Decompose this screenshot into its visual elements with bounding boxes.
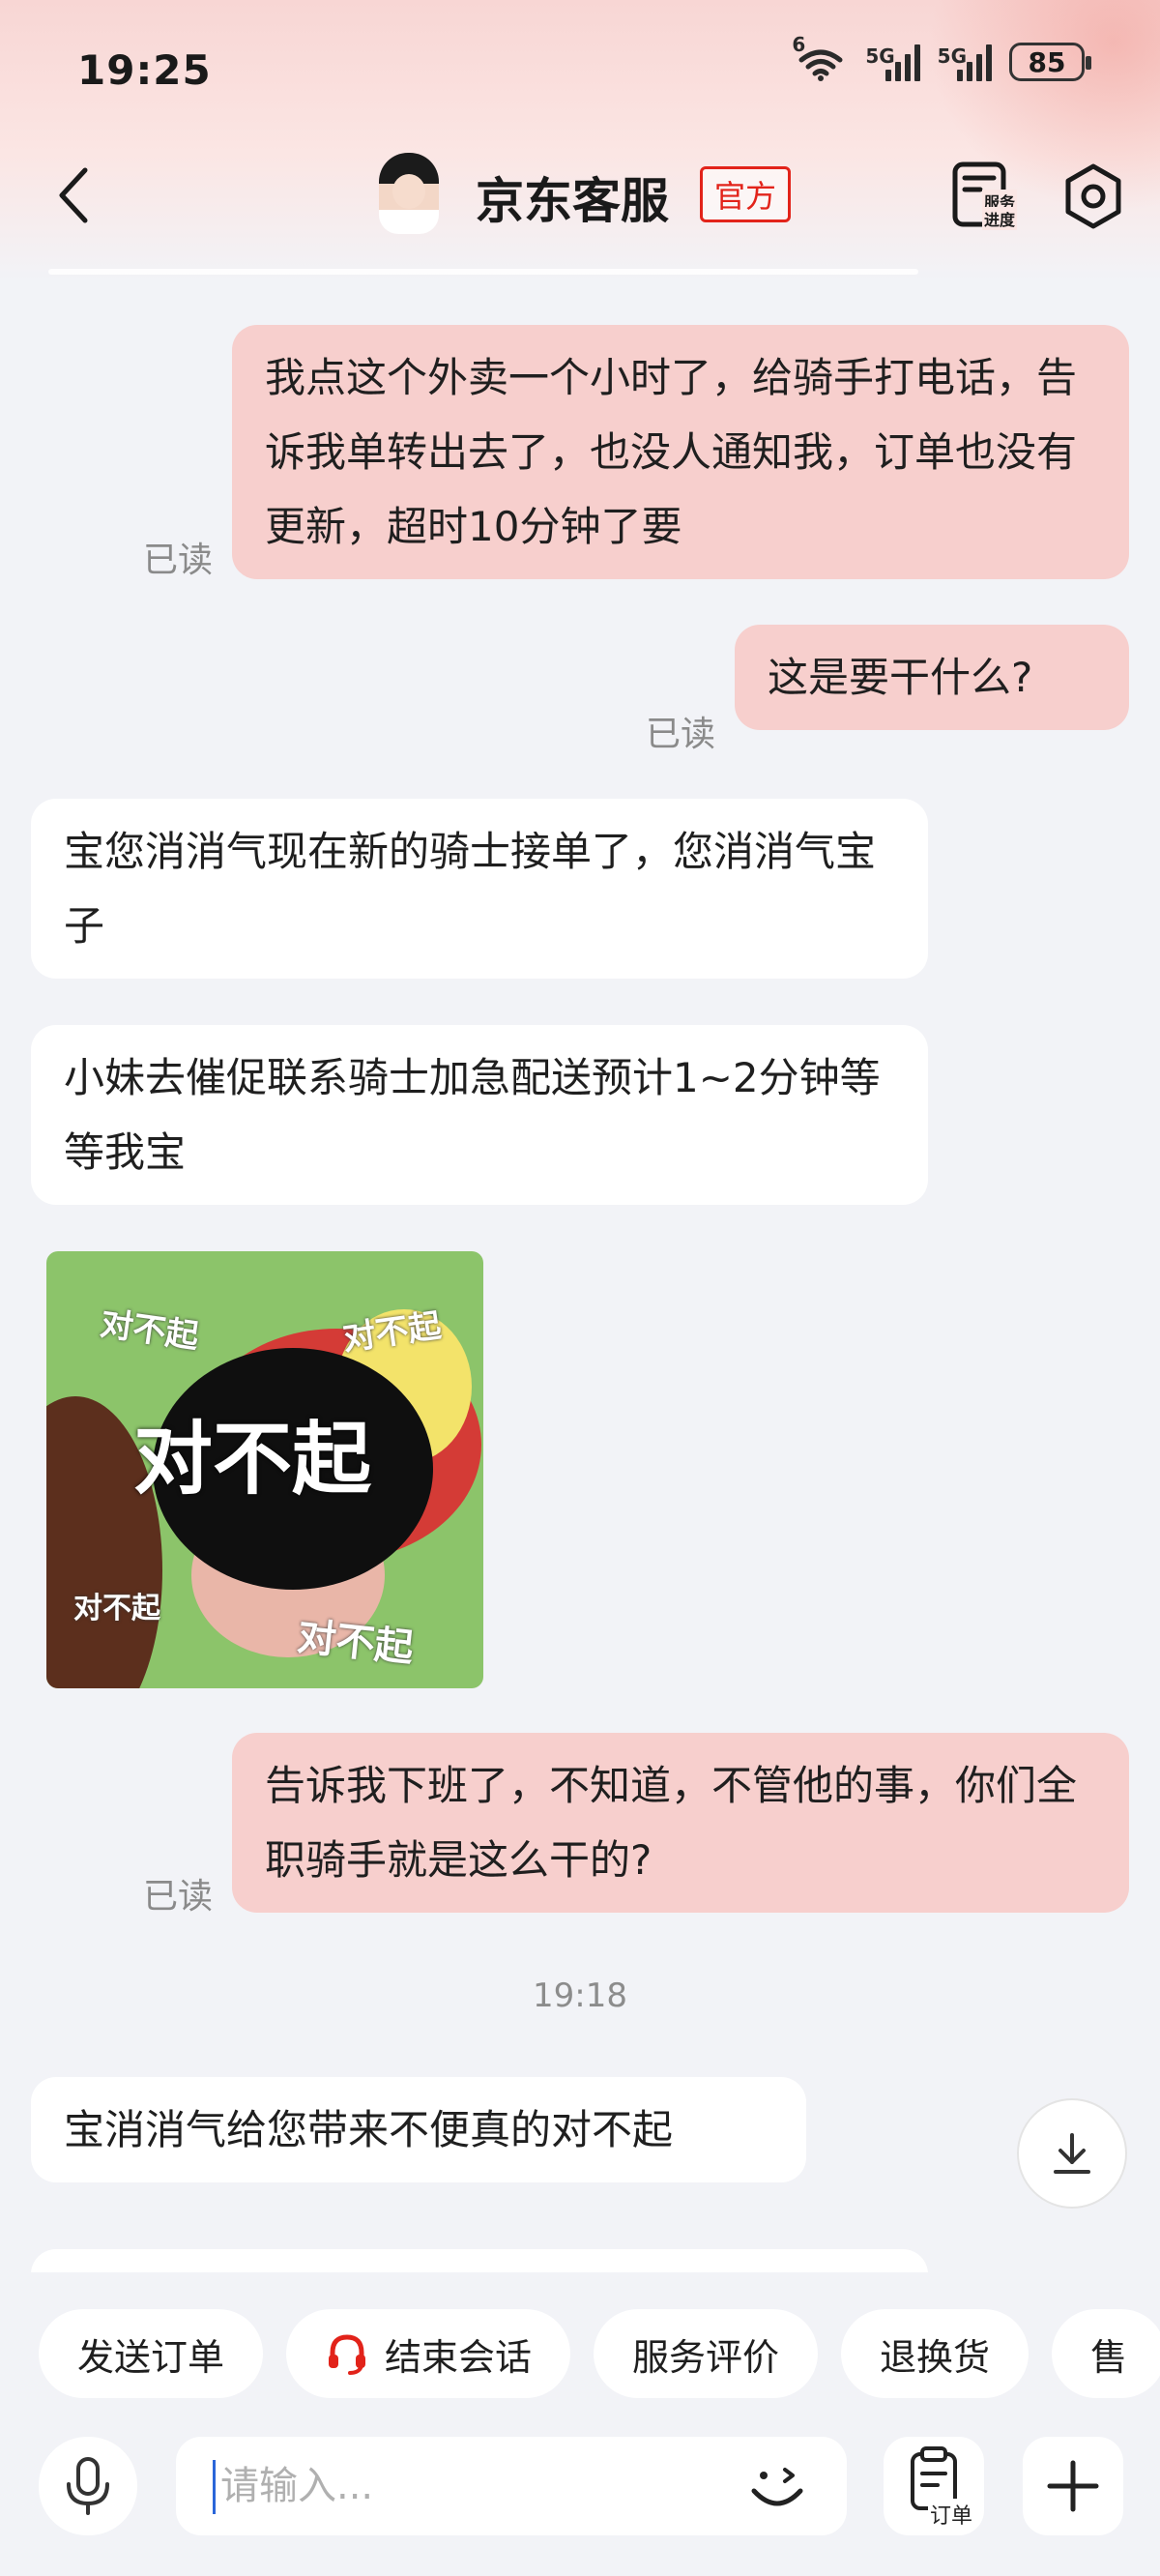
headset-icon — [329, 2334, 366, 2375]
service-progress-label: 进度 — [982, 207, 1018, 230]
read-receipt: 已读 — [143, 541, 214, 580]
service-progress-button[interactable]: 服务 进度 — [951, 161, 1019, 230]
message-bubble-sent[interactable]: 我点这个外卖一个小时了，给骑手打电话，告诉我单转出去了，也没人通知我，订单也没有… — [232, 325, 1129, 579]
page-title: 京东客服 — [476, 173, 669, 229]
chip-label: 发送订单 — [77, 2335, 225, 2379]
wifi-icon: 6 — [792, 33, 848, 81]
sticker-image[interactable]: 对不起 对不起 对不起 对不起 对不起 — [46, 1251, 483, 1688]
message-bubble-received[interactable]: 宝消消气给您带来不便真的对不起 — [31, 2077, 806, 2182]
quick-action-row: 发送订单 结束会话 服务评价 退换货 售 — [39, 2309, 1160, 2398]
back-button[interactable] — [50, 166, 99, 224]
status-time: 19:25 — [77, 46, 212, 94]
message-bubble-sent[interactable]: 这是要干什么? — [735, 625, 1129, 730]
end-session-chip[interactable]: 结束会话 — [286, 2309, 571, 2398]
read-receipt: 已读 — [143, 1877, 214, 1917]
network-type-label: 5G — [865, 44, 895, 68]
network-type-label: 5G — [937, 44, 967, 68]
more-options-button[interactable] — [1023, 2437, 1123, 2535]
settings-icon — [1065, 163, 1121, 229]
microphone-icon — [67, 2457, 109, 2515]
official-badge: 官方 — [700, 166, 792, 222]
text-caret — [213, 2460, 216, 2514]
status-bar: 19:25 6 5G 5G 85 — [0, 0, 1160, 145]
sticker-text: 对不起 — [295, 1614, 416, 1672]
return-exchange-chip[interactable]: 退换货 — [841, 2309, 1030, 2398]
message-timestamp: 19:18 — [533, 1976, 627, 2015]
message-bubble-received[interactable]: 宝您消消气现在新的骑士接单了，您消消气宝子 — [31, 799, 928, 979]
emoji-icon — [751, 2468, 803, 2506]
order-button-label: 订单 — [928, 2499, 975, 2530]
after-sales-chip[interactable]: 售 — [1052, 2309, 1160, 2398]
emoji-button[interactable] — [744, 2454, 810, 2520]
chip-label: 售 — [1090, 2335, 1128, 2379]
arrow-down-icon — [1054, 2133, 1090, 2174]
header-divider — [48, 269, 918, 275]
settings-button[interactable] — [1059, 162, 1127, 230]
order-button[interactable]: 订单 — [884, 2437, 984, 2535]
chevron-left-icon — [59, 167, 88, 223]
send-order-chip[interactable]: 发送订单 — [39, 2309, 264, 2398]
nav-bar: 京东客服 官方 服务 进度 — [0, 145, 1160, 261]
sticker-text: 对不起 — [133, 1414, 372, 1506]
status-icons: 6 5G 5G 85 — [792, 33, 1091, 81]
message-bubble-received[interactable]: 小妹去催促联系骑士加急配送预计1~2分钟等等我宝 — [31, 1025, 928, 1205]
battery-indicator: 85 — [1009, 43, 1091, 81]
chip-label: 服务评价 — [632, 2335, 780, 2379]
service-rating-chip[interactable]: 服务评价 — [594, 2309, 819, 2398]
plus-icon — [1047, 2460, 1099, 2512]
chip-label: 结束会话 — [385, 2335, 533, 2379]
voice-input-button[interactable] — [39, 2437, 137, 2535]
chip-label: 退换货 — [880, 2335, 991, 2379]
sticker-text: 对不起 — [73, 1592, 160, 1625]
scroll-to-bottom-button[interactable] — [1017, 2098, 1127, 2209]
bottom-panel: 发送订单 结束会话 服务评价 退换货 售 请输入... 订单 — [0, 2272, 1160, 2576]
signal-group-2: 5G — [938, 43, 992, 81]
signal-group-1: 5G — [865, 43, 920, 81]
read-receipt: 已读 — [646, 715, 716, 754]
sticker-text: 对不起 — [98, 1304, 201, 1357]
agent-avatar[interactable] — [379, 153, 439, 234]
input-row: 订单 — [0, 2437, 1160, 2543]
message-bubble-sent[interactable]: 告诉我下班了，不知道，不管他的事，你们全职骑手就是这么干的? — [232, 1733, 1129, 1913]
